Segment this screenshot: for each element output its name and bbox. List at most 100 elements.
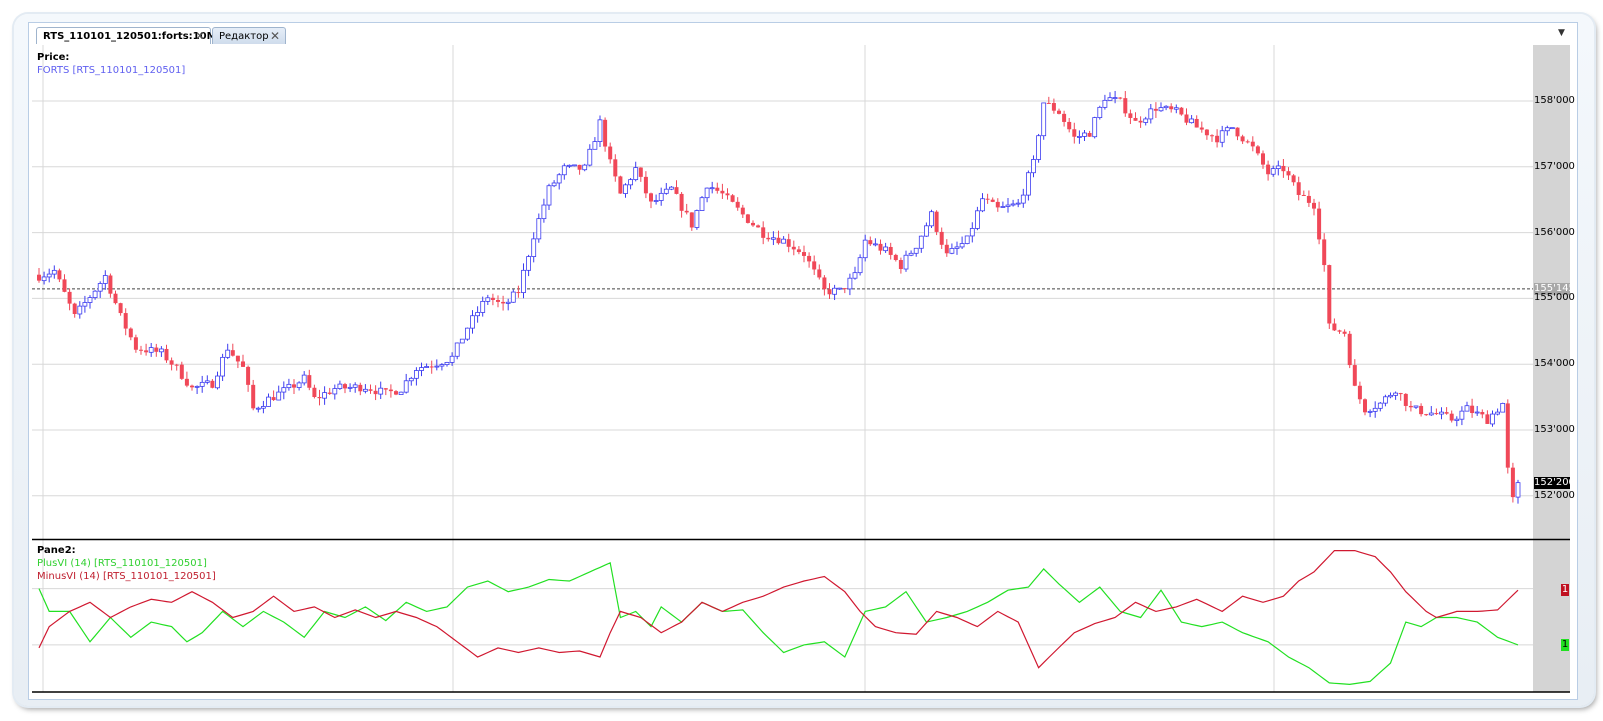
candle [1424,414,1429,416]
candle [1255,146,1260,154]
candle [802,252,806,256]
candle [1419,405,1424,415]
candle [964,235,970,244]
candle [786,239,791,247]
candle [1413,405,1419,408]
candle [1439,411,1444,415]
candle [1291,175,1296,183]
candle [1363,399,1367,413]
candle [292,384,296,388]
candle [628,179,633,186]
minus-vi-label: MinusVI (14) [RTS_110101_120501] [37,571,216,582]
candle [251,384,256,409]
candle [133,337,138,350]
candle [102,275,108,284]
candle [281,387,287,393]
candle [358,384,363,392]
candle [1082,132,1087,137]
candle [1062,113,1067,122]
price-tick-label: 155'000 [1534,292,1575,304]
candle [1077,136,1082,138]
candle [577,164,582,170]
candle [847,277,853,290]
candle [817,269,822,278]
candle [516,292,521,294]
candle [643,176,648,194]
candle [327,392,332,394]
candle [663,188,669,194]
candle [1322,239,1327,266]
candle [230,350,235,356]
candle [398,391,404,395]
candle [1261,153,1265,165]
candle [898,260,903,270]
candle [118,303,123,314]
candle [1449,413,1454,421]
candle [623,184,628,194]
candle [526,256,531,271]
candle [373,390,378,395]
candle [980,198,985,212]
candle [459,338,465,344]
candle [1153,108,1158,111]
candle [501,301,506,304]
candle [490,297,495,300]
candle [939,231,944,245]
candle [1464,405,1470,412]
chart-canvas[interactable] [0,0,1603,721]
candle [1337,330,1342,332]
price-tick-label: 157'000 [1534,160,1575,172]
candle [709,187,715,190]
candle [618,176,623,194]
candle [424,366,430,368]
candle [725,193,730,196]
candle [439,364,445,367]
plus-vi-line [38,561,1519,686]
candle [756,225,761,228]
candle [822,277,827,290]
candle [924,225,929,237]
candle [704,187,710,199]
candle [541,204,547,220]
candle [1296,182,1301,195]
candle [949,248,955,254]
candle [128,328,133,338]
candle [959,243,965,248]
candle [403,380,409,393]
candle [449,355,455,363]
candle [1000,206,1006,208]
candle [1342,331,1347,334]
candle [1327,265,1332,324]
candle [1026,172,1031,196]
candle [556,174,562,184]
candle [57,270,62,280]
candle [352,384,358,388]
candle [1015,202,1021,205]
candle [1377,402,1383,409]
candle [918,235,924,249]
candle [179,364,184,379]
candle [362,388,368,392]
candle [561,165,567,176]
candle [832,287,837,295]
candle [658,192,664,201]
candle [41,276,47,282]
candle [1393,392,1398,396]
candle [1036,135,1041,160]
candle [597,119,603,142]
candle [1072,129,1077,137]
candle [1306,195,1311,203]
price-series-label: FORTS [RTS_110101_120501] [37,65,186,76]
candle [276,391,282,401]
candle [781,238,786,244]
candle [1215,135,1220,143]
candle [139,349,143,351]
candle [1031,159,1036,174]
candle [934,211,939,232]
candle [613,159,618,177]
candle [1219,130,1225,143]
price-tick-label: 156'000 [1534,226,1575,238]
candle [878,243,883,251]
candle [1133,117,1138,121]
candle [521,269,526,294]
